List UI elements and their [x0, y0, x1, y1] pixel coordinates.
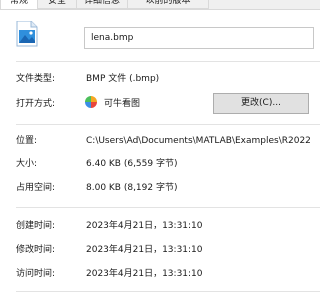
- created-value: 2023年4月21日，13:31:10: [86, 221, 203, 231]
- open-with-app-name: 可牛看图: [104, 99, 141, 109]
- location-value[interactable]: C:\Users\Ad\Documents\MATLAB\Examples\R2…: [86, 135, 311, 147]
- pinwheel-app-icon: [85, 96, 97, 108]
- location-label: 位置:: [16, 136, 38, 146]
- file-type-value: BMP 文件 (.bmp): [86, 74, 160, 84]
- separator: [16, 61, 320, 62]
- tab-security[interactable]: 安全: [37, 0, 77, 9]
- disk-size-value: 8.00 KB (8,192 字节): [86, 183, 178, 193]
- tab-details[interactable]: 详细信息: [76, 0, 128, 9]
- created-label: 创建时间:: [16, 221, 56, 231]
- separator: [16, 291, 320, 292]
- disk-size-label: 占用空间:: [16, 183, 56, 193]
- tab-previous-versions[interactable]: 以前的版本: [127, 0, 209, 9]
- modified-value: 2023年4月21日，13:31:10: [86, 245, 203, 255]
- size-value: 6.40 KB (6,559 字节): [86, 159, 178, 169]
- accessed-label: 访问时间:: [16, 269, 56, 279]
- accessed-value: 2023年4月21日，13:31:10: [86, 269, 203, 279]
- open-with-label: 打开方式:: [16, 99, 56, 109]
- separator: [16, 207, 320, 208]
- modified-label: 修改时间:: [16, 245, 56, 255]
- file-name-input[interactable]: lena.bmp: [84, 27, 314, 49]
- file-type-label: 文件类型:: [16, 74, 56, 84]
- separator: [16, 124, 320, 125]
- change-button[interactable]: 更改(C)...: [213, 93, 309, 114]
- image-file-icon: [16, 21, 38, 47]
- size-label: 大小:: [16, 159, 38, 169]
